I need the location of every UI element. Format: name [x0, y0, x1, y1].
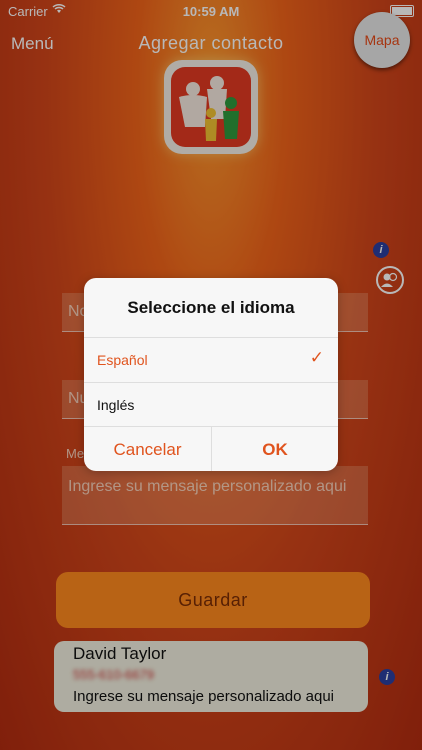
- option-espanol[interactable]: Español ✓: [84, 337, 338, 383]
- dialog-title: Seleccione el idioma: [127, 298, 295, 317]
- dialog-buttons: Cancelar OK: [84, 426, 338, 471]
- ok-button[interactable]: OK: [212, 427, 338, 471]
- language-dialog: Seleccione el idioma Español ✓ Inglés Ca…: [84, 278, 338, 471]
- option-label: Inglés: [97, 397, 135, 413]
- option-label: Español: [97, 352, 148, 368]
- option-ingles[interactable]: Inglés: [84, 382, 338, 428]
- checkmark-icon: ✓: [309, 348, 324, 367]
- cancel-button[interactable]: Cancelar: [84, 427, 212, 471]
